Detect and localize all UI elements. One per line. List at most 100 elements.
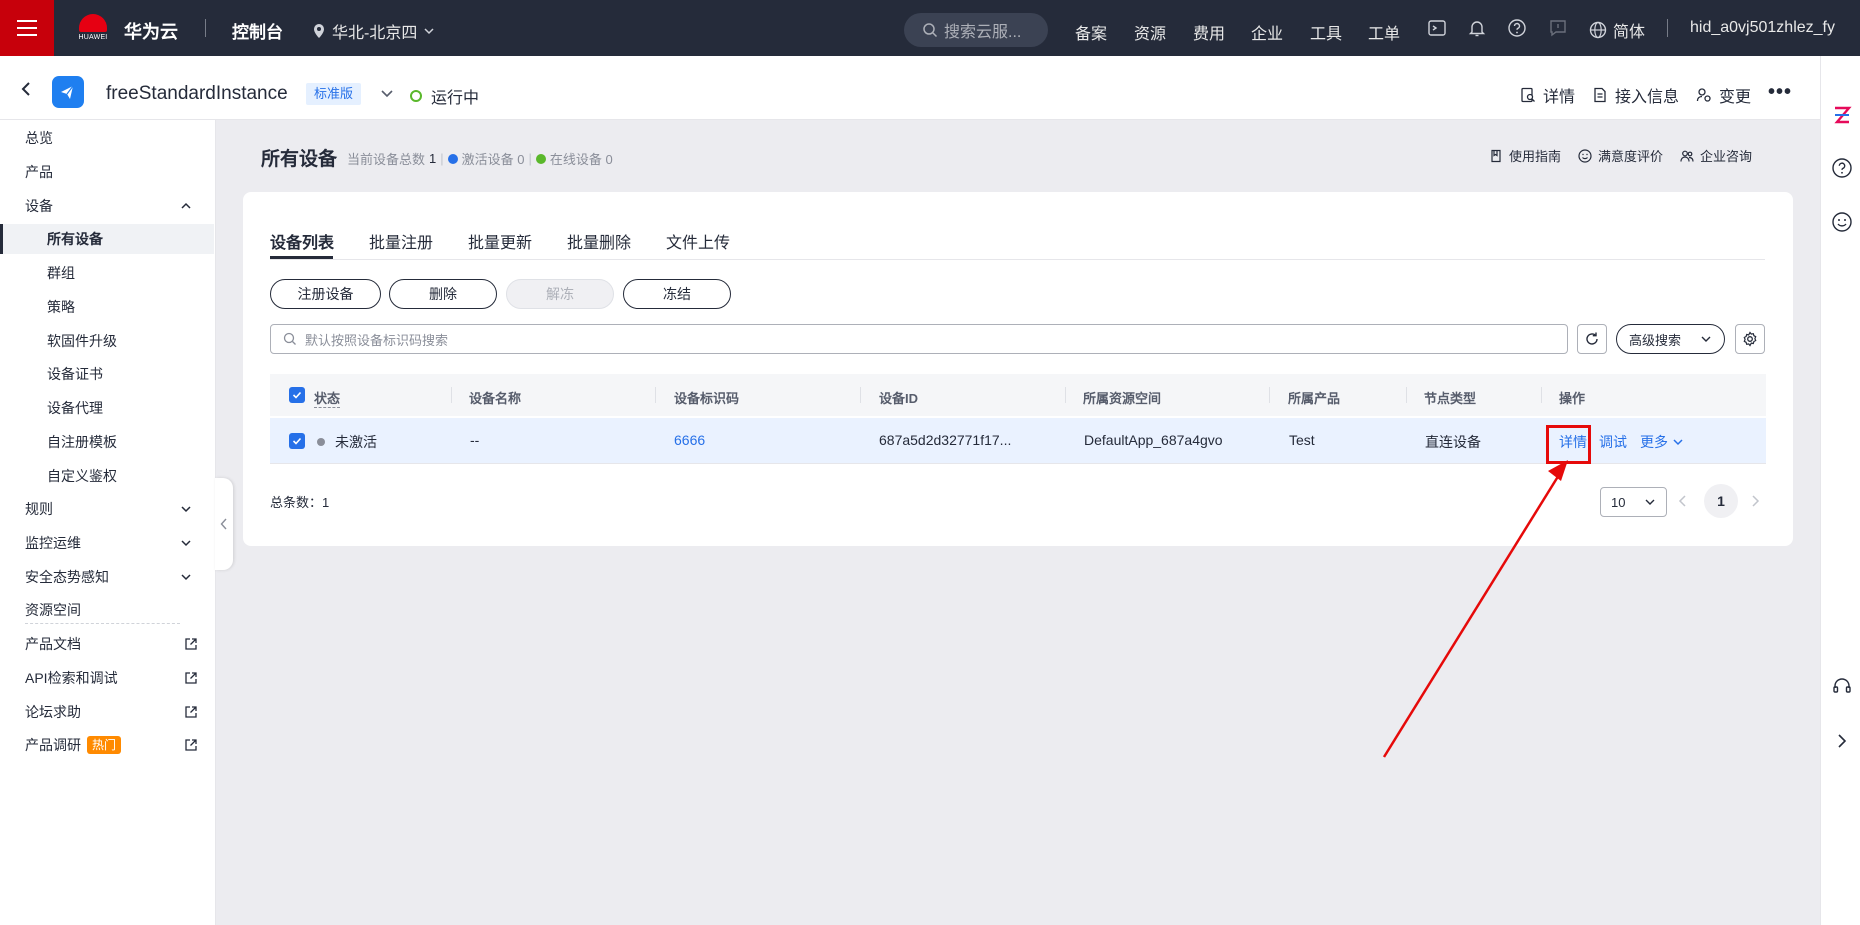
back-arrow-icon[interactable]: [18, 81, 34, 97]
tab-batch-delete[interactable]: 批量删除: [567, 229, 631, 253]
change-spec-label: 变更: [1719, 89, 1752, 106]
access-info-label: 接入信息: [1615, 89, 1680, 106]
brand-name[interactable]: 华为云: [124, 18, 178, 44]
nav-billing[interactable]: 费用: [1193, 20, 1225, 44]
change-icon: [1696, 88, 1711, 102]
advanced-search-label: 高级搜索: [1629, 332, 1682, 348]
sidebar-item-resource-space[interactable]: 资源空间: [0, 595, 214, 625]
smiley-icon: [1578, 148, 1592, 163]
unfreeze-button[interactable]: 解冻: [506, 279, 614, 309]
check-icon: [292, 437, 302, 445]
instance-details-label: 详情: [1543, 89, 1576, 106]
sidebar-item-overview[interactable]: 总览: [0, 123, 214, 153]
row-more-dropdown[interactable]: 更多: [1640, 432, 1684, 452]
row-checkbox[interactable]: [289, 433, 305, 449]
sidebar-item-devices[interactable]: 设备: [0, 191, 214, 221]
column-settings-button[interactable]: [1735, 324, 1765, 354]
nav-tools[interactable]: 工具: [1310, 20, 1342, 44]
huawei-logo[interactable]: HUAWEI: [76, 14, 110, 44]
sidebar-item-label: 自定义鉴权: [47, 468, 117, 484]
instance-details-button[interactable]: 详情: [1520, 83, 1575, 107]
region-label: 华北-北京四: [332, 25, 418, 42]
nav-enterprise[interactable]: 企业: [1251, 20, 1283, 44]
instance-switch-chevron-icon[interactable]: [380, 86, 394, 100]
freeze-button[interactable]: 冻结: [623, 279, 731, 309]
document-info-icon: [1594, 87, 1606, 103]
ai-assistant-icon[interactable]: [1831, 104, 1853, 126]
user-guide-label: 使用指南: [1509, 149, 1562, 164]
chevron-up-icon: [181, 202, 191, 209]
table-row[interactable]: 未激活 -- 6666 687a5d2d32771f17... DefaultA…: [270, 418, 1766, 464]
sidebar-item-custom-auth[interactable]: 自定义鉴权: [0, 461, 214, 491]
enterprise-consulting-link[interactable]: 企业咨询: [1680, 146, 1752, 165]
help-icon[interactable]: [1507, 18, 1527, 38]
active-devices-label: 激活设备 0: [461, 152, 525, 167]
hamburger-menu-button[interactable]: [0, 0, 54, 56]
console-link[interactable]: 控制台: [232, 18, 283, 43]
cell-identifier-link[interactable]: 6666: [674, 432, 705, 448]
sidebar-item-policies[interactable]: 策略: [0, 292, 214, 322]
tab-device-list[interactable]: 设备列表: [270, 229, 334, 253]
nav-tickets[interactable]: 工单: [1368, 20, 1400, 44]
divider: [1667, 19, 1668, 37]
next-page-icon[interactable]: [1747, 493, 1763, 509]
page-size-select[interactable]: 10: [1600, 487, 1667, 517]
smiley-feedback-icon[interactable]: [1831, 211, 1853, 233]
sidebar-item-all-devices[interactable]: 所有设备: [0, 224, 214, 254]
sidebar-item-product-docs[interactable]: 产品文档: [0, 629, 214, 659]
chevron-right-icon[interactable]: [1831, 730, 1853, 752]
global-search-input[interactable]: 搜索云服...: [904, 13, 1048, 47]
cloud-shell-icon[interactable]: [1427, 18, 1447, 38]
sidebar-item-forum[interactable]: 论坛求助: [0, 697, 214, 727]
tab-batch-update[interactable]: 批量更新: [468, 229, 532, 253]
region-selector[interactable]: 华北-北京四: [312, 19, 435, 43]
register-device-button[interactable]: 注册设备: [270, 279, 381, 309]
chevron-down-icon: [1673, 439, 1683, 446]
bell-icon[interactable]: [1467, 18, 1487, 38]
headset-support-icon[interactable]: [1831, 675, 1853, 697]
prev-page-icon[interactable]: [1675, 493, 1691, 509]
col-status[interactable]: 状态: [314, 388, 341, 408]
chevron-down-icon: [181, 506, 191, 513]
status-running-icon: [410, 90, 422, 102]
sidebar-collapse-button[interactable]: [215, 478, 233, 570]
sidebar-item-monitoring[interactable]: 监控运维: [0, 528, 214, 558]
sidebar-item-device-proxy[interactable]: 设备代理: [0, 393, 214, 423]
sidebar-item-self-registration-template[interactable]: 自注册模板: [0, 427, 214, 457]
tab-file-upload[interactable]: 文件上传: [666, 229, 730, 253]
sidebar-item-products[interactable]: 产品: [0, 157, 214, 187]
more-options-icon[interactable]: •••: [1768, 82, 1792, 102]
sidebar-item-api-explorer[interactable]: API检索和调试: [0, 663, 214, 693]
sidebar-item-groups[interactable]: 群组: [0, 258, 214, 288]
sidebar-item-firmware-upgrade[interactable]: 软固件升级: [0, 326, 214, 356]
page-title: 所有设备: [261, 149, 338, 170]
col-operations: 操作: [1559, 391, 1586, 406]
page-number-current[interactable]: 1: [1704, 484, 1738, 518]
change-spec-button[interactable]: 变更: [1696, 83, 1751, 107]
feedback-icon[interactable]: [1548, 18, 1568, 38]
col-device-id: 设备ID: [879, 391, 919, 406]
sidebar-item-rules[interactable]: 规则: [0, 494, 214, 524]
satisfaction-survey-link[interactable]: 满意度评价: [1578, 146, 1663, 165]
sidebar-item-security-awareness[interactable]: 安全态势感知: [0, 562, 214, 592]
device-search-input[interactable]: 默认按照设备标识码搜索: [270, 324, 1568, 354]
advanced-search-dropdown[interactable]: 高级搜索: [1616, 324, 1725, 354]
user-guide-link[interactable]: 使用指南: [1489, 146, 1561, 165]
col-divider: [655, 387, 656, 403]
nav-beian[interactable]: 备案: [1075, 20, 1107, 44]
gear-icon: [1743, 331, 1757, 347]
access-info-button[interactable]: 接入信息: [1592, 83, 1679, 107]
language-selector[interactable]: 简体: [1589, 18, 1645, 42]
row-debug-link[interactable]: 调试: [1599, 432, 1627, 452]
user-account-menu[interactable]: hid_a0vj501zhlez_fy: [1690, 19, 1835, 37]
select-all-checkbox[interactable]: [289, 387, 305, 403]
delete-button[interactable]: 删除: [389, 279, 497, 309]
help-icon[interactable]: [1831, 157, 1853, 179]
nav-resources[interactable]: 资源: [1134, 20, 1166, 44]
tab-batch-register[interactable]: 批量注册: [369, 229, 433, 253]
sidebar-item-device-certificates[interactable]: 设备证书: [0, 359, 214, 389]
refresh-button[interactable]: [1577, 324, 1607, 354]
sidebar-item-product-survey[interactable]: 产品调研 热门: [0, 730, 214, 760]
menu-icon: [17, 27, 37, 29]
cell-status: 未激活: [317, 432, 377, 452]
